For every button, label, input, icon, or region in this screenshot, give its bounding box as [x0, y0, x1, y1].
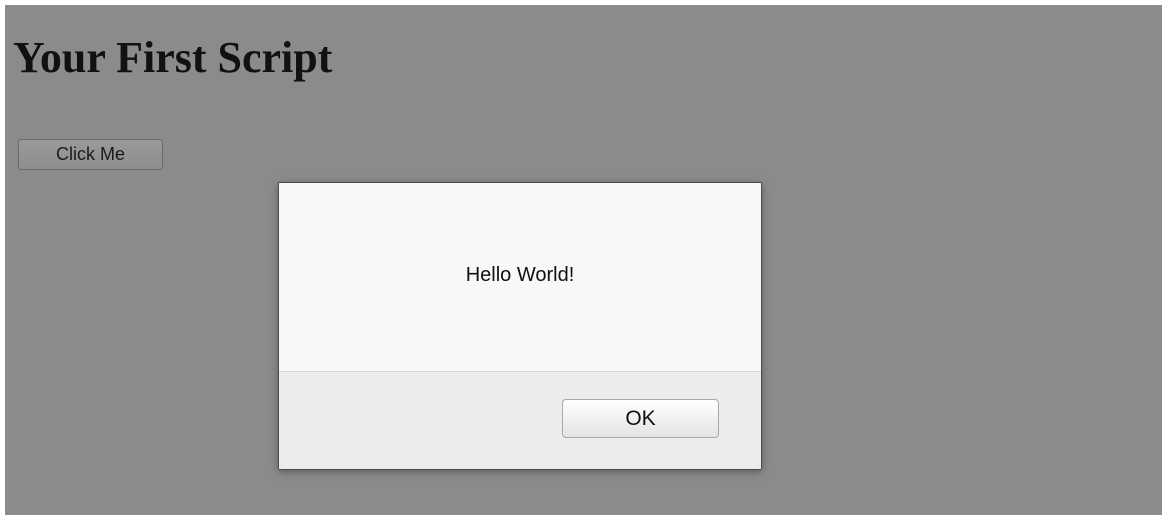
alert-message: Hello World! — [465, 264, 575, 286]
page-title: Your First Script — [13, 33, 333, 82]
browser-viewport: Your First Script Click Me Hello World! … — [5, 5, 1162, 515]
alert-body: Hello World! — [279, 183, 761, 371]
ok-button[interactable]: OK — [562, 399, 719, 438]
alert-footer: OK — [279, 371, 761, 469]
alert-dialog: Hello World! OK — [278, 182, 762, 470]
click-me-button[interactable]: Click Me — [18, 139, 163, 170]
